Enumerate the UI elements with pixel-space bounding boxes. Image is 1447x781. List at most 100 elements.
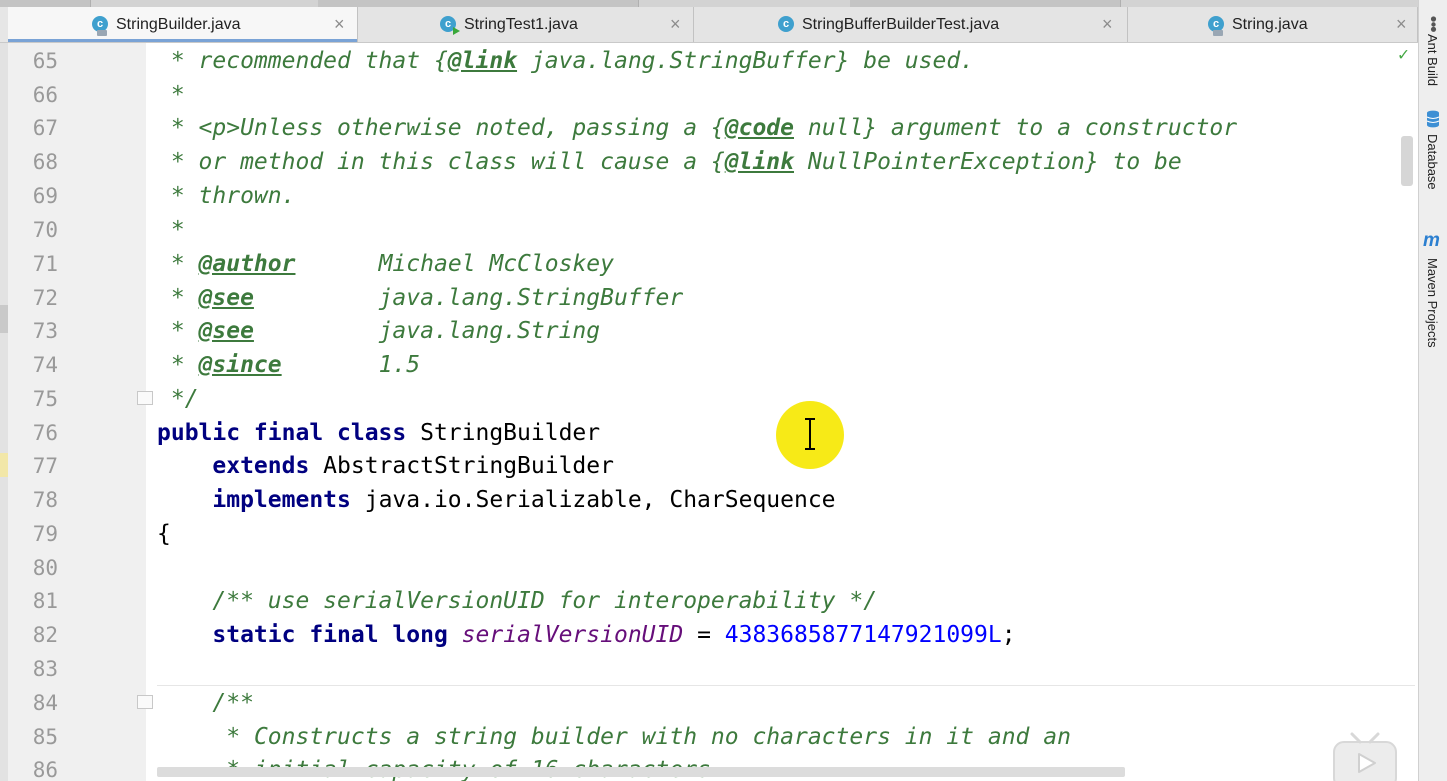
comment-star: * xyxy=(157,48,199,74)
line-number: 75 xyxy=(32,387,58,411)
java-class-icon: c xyxy=(778,16,794,32)
line-number: 77 xyxy=(32,454,58,478)
line-number: 72 xyxy=(32,286,58,310)
line-number: 66 xyxy=(32,83,58,107)
toolwindow-maven-projects[interactable]: Maven Projects xyxy=(1425,258,1440,348)
javadoc-tag: @see xyxy=(198,285,254,311)
line-number: 78 xyxy=(32,488,58,512)
number-literal: 4383685877147921099L xyxy=(724,622,1002,648)
code-line: * @since 1.5 xyxy=(157,348,420,382)
line-number: 79 xyxy=(32,522,58,546)
keyword: public final class xyxy=(157,420,407,446)
tab-label: String.java xyxy=(1232,16,1308,33)
code-line: public final class StringBuilder xyxy=(157,416,600,450)
comment-padding xyxy=(254,285,379,311)
close-icon[interactable]: × xyxy=(670,14,681,35)
tab-stringbuilder-java[interactable]: c StringBuilder.java × xyxy=(8,7,358,42)
code-editor[interactable]: 65 66 67 68 69 70 71 72 73 74 75 76 77 7… xyxy=(0,43,1418,781)
fold-marker[interactable] xyxy=(137,695,153,709)
toolwindow-ant-build[interactable]: Ant Build xyxy=(1425,34,1440,86)
line-number: 68 xyxy=(32,150,58,174)
identifier: java.io.Serializable, CharSequence xyxy=(350,487,836,513)
toolwindow-database[interactable]: Database xyxy=(1425,134,1440,190)
editor-tab-bar: c StringBuilder.java × c StringTest1.jav… xyxy=(0,0,1418,43)
javadoc-value: 1.5 xyxy=(378,352,421,378)
keyword: extends xyxy=(212,453,310,479)
horizontal-scrollbar[interactable] xyxy=(157,767,1125,777)
javadoc-link-ref: NullPointerException xyxy=(807,149,1085,175)
no-problems-check-icon[interactable]: ✓ xyxy=(1398,44,1409,65)
gutter-edge xyxy=(0,43,8,781)
java-class-runnable-icon: c xyxy=(440,16,460,35)
line-number: 86 xyxy=(32,758,58,781)
close-icon[interactable]: × xyxy=(1102,14,1113,35)
ant-icon xyxy=(1430,16,1437,32)
hidden-tab[interactable] xyxy=(318,0,639,7)
tab-label: StringBuilder.java xyxy=(116,16,241,33)
video-play-badge-icon xyxy=(1333,732,1397,781)
line-number: 69 xyxy=(32,184,58,208)
close-icon[interactable]: × xyxy=(334,14,345,35)
fold-marker[interactable] xyxy=(137,391,153,405)
code-line: */ xyxy=(157,382,199,416)
tab-label: StringBufferBuilderTest.java xyxy=(802,16,1000,33)
static-field: serialVersionUID xyxy=(461,622,684,648)
brace: { xyxy=(157,521,171,547)
comment-close: */ xyxy=(157,386,199,412)
operator: = xyxy=(683,622,725,648)
comment-text: thrown. xyxy=(198,183,296,209)
comment-text xyxy=(794,149,808,175)
comment-star: * xyxy=(157,217,185,243)
keyword: implements xyxy=(212,487,351,513)
comment-padding xyxy=(295,251,378,277)
vertical-scrollbar-thumb[interactable] xyxy=(1401,136,1413,186)
code-line: * <p>Unless otherwise noted, passing a {… xyxy=(157,111,1237,145)
line-number: 80 xyxy=(32,556,58,580)
code-line: * thrown. xyxy=(157,179,296,213)
comment-text: or method in this class will cause a { xyxy=(198,149,725,175)
tab-label: StringTest1.java xyxy=(464,16,578,33)
code-line: * @author Michael McCloskey xyxy=(157,247,614,281)
hidden-tab-row xyxy=(0,0,1418,7)
caret-row-marker xyxy=(0,453,8,477)
close-icon[interactable]: × xyxy=(1396,14,1407,35)
javadoc-tag: @link xyxy=(724,149,794,175)
line-number: 84 xyxy=(32,691,58,715)
java-class-library-icon: c xyxy=(92,16,108,36)
comment-star: * xyxy=(157,149,199,175)
comment-star: * xyxy=(157,352,199,378)
comment-text: * Constructs a string builder with no ch… xyxy=(226,724,1071,750)
identifier: StringBuilder xyxy=(406,420,601,446)
line-number: 74 xyxy=(32,353,58,377)
javadoc-value: java.lang.String xyxy=(378,318,601,344)
hidden-tab[interactable] xyxy=(0,0,91,7)
comment-star: * xyxy=(157,115,199,141)
code-line: * recommended that {@link java.lang.Stri… xyxy=(157,44,974,78)
line-number: 70 xyxy=(32,218,58,242)
tab-stringbufferbuildertest-java[interactable]: c StringBufferBuilderTest.java × xyxy=(694,7,1128,42)
right-tool-window-bar: Ant Build Database m Maven Projects xyxy=(1418,0,1447,781)
comment-star: * xyxy=(157,251,199,277)
line-number: 85 xyxy=(32,725,58,749)
semicolon: ; xyxy=(1001,622,1016,648)
tab-stringtest1-java[interactable]: c StringTest1.java × xyxy=(358,7,694,42)
line-number: 67 xyxy=(32,116,58,140)
comment-text: <p>Unless otherwise noted, passing a { xyxy=(198,115,725,141)
tab-string-java[interactable]: c String.java × xyxy=(1128,7,1418,42)
hidden-tab[interactable] xyxy=(850,0,1121,7)
code-line: implements java.io.Serializable, CharSeq… xyxy=(157,483,836,517)
javadoc-tag: @since xyxy=(198,352,282,378)
comment-text: /** use serialVersionUID for interoperab… xyxy=(212,588,878,614)
code-line: { xyxy=(157,517,171,551)
database-icon xyxy=(1426,110,1440,128)
gutter-marker xyxy=(0,305,8,333)
code-line: extends AbstractStringBuilder xyxy=(157,449,614,483)
line-number: 73 xyxy=(32,319,58,343)
comment-star: * xyxy=(157,285,199,311)
method-separator xyxy=(157,685,1415,686)
javadoc-tag: @link xyxy=(447,48,518,74)
